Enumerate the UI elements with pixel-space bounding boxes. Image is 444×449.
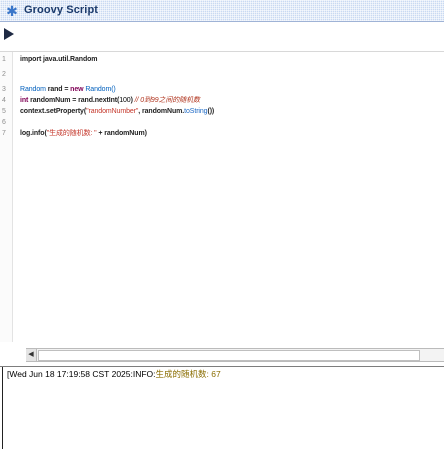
horizontal-scrollbar[interactable]: ◀ xyxy=(26,348,444,362)
code-line[interactable]: 6 xyxy=(0,118,440,128)
code-line[interactable]: 2 xyxy=(0,70,440,80)
code-token: rand = xyxy=(45,86,71,93)
code-token: log.info( xyxy=(20,130,47,137)
code-token: import java.util.Random xyxy=(20,56,98,63)
code-token: Random xyxy=(20,86,46,93)
console-border xyxy=(2,367,3,449)
code-token: context.setProperty( xyxy=(20,108,87,115)
line-number: 5 xyxy=(2,108,6,115)
code-token: , randomNum. xyxy=(138,108,185,115)
code-line[interactable]: 4 int randomNum = rand.nextInt(100) // 0到… xyxy=(0,96,440,106)
code-text: context.setProperty("randomNumber", rand… xyxy=(20,107,214,117)
script-editor[interactable]: 1 import java.util.Random 2 3 Random rand = … xyxy=(0,51,444,342)
line-number: 2 xyxy=(2,71,6,78)
scroll-left-button[interactable]: ◀ xyxy=(26,349,37,361)
code-token: "生成的随机数: " xyxy=(46,130,97,137)
code-token: 100 xyxy=(119,97,131,104)
run-button[interactable] xyxy=(3,27,15,41)
code-token: new xyxy=(70,86,84,93)
code-line[interactable]: 1 import java.util.Random xyxy=(0,55,440,65)
code-token: + randomNum) xyxy=(96,130,147,137)
line-number: 6 xyxy=(2,119,6,126)
log-output-panel: [Wed Jun 18 17:19:58 CST 2025:INFO:生成的随机… xyxy=(0,366,444,449)
log-line: [Wed Jun 18 17:19:58 CST 2025:INFO:生成的随机… xyxy=(7,368,221,380)
line-number: 3 xyxy=(2,86,6,93)
code-line[interactable]: 5 context.setProperty("randomNumber", ran… xyxy=(0,107,440,117)
log-prefix: [Wed Jun 18 17:19:58 CST 2025:INFO: xyxy=(7,369,156,379)
window-title: Groovy Script xyxy=(24,4,99,16)
code-token: ()) xyxy=(207,108,215,115)
code-token: randomNum = rand.nextInt( xyxy=(28,97,120,104)
title-bar: ✱ Groovy Script xyxy=(0,0,444,22)
play-icon xyxy=(4,28,14,40)
line-number: 4 xyxy=(2,97,6,104)
code-token: Random() xyxy=(85,86,116,93)
line-number: 7 xyxy=(2,130,6,137)
code-text: log.info("生成的随机数: " + randomNum) xyxy=(20,129,147,139)
line-number: 1 xyxy=(2,56,6,63)
gear-icon: ✱ xyxy=(6,3,18,19)
scrollbar-thumb[interactable] xyxy=(38,350,420,361)
code-token: // 0到99之间的随机数 xyxy=(134,97,200,104)
code-token: "randomNumber" xyxy=(86,108,139,115)
code-line[interactable]: 3 Random rand = new Random() xyxy=(0,85,440,95)
code-text: Random rand = new Random() xyxy=(20,85,116,95)
log-message: 生成的随机数: 67 xyxy=(155,369,221,379)
code-text: int randomNum = rand.nextInt(100) // 0到9… xyxy=(20,96,200,106)
code-text: import java.util.Random xyxy=(20,55,98,65)
code-token: toString xyxy=(184,108,208,115)
code-line[interactable]: 7 log.info("生成的随机数: " + randomNum) xyxy=(0,129,440,139)
